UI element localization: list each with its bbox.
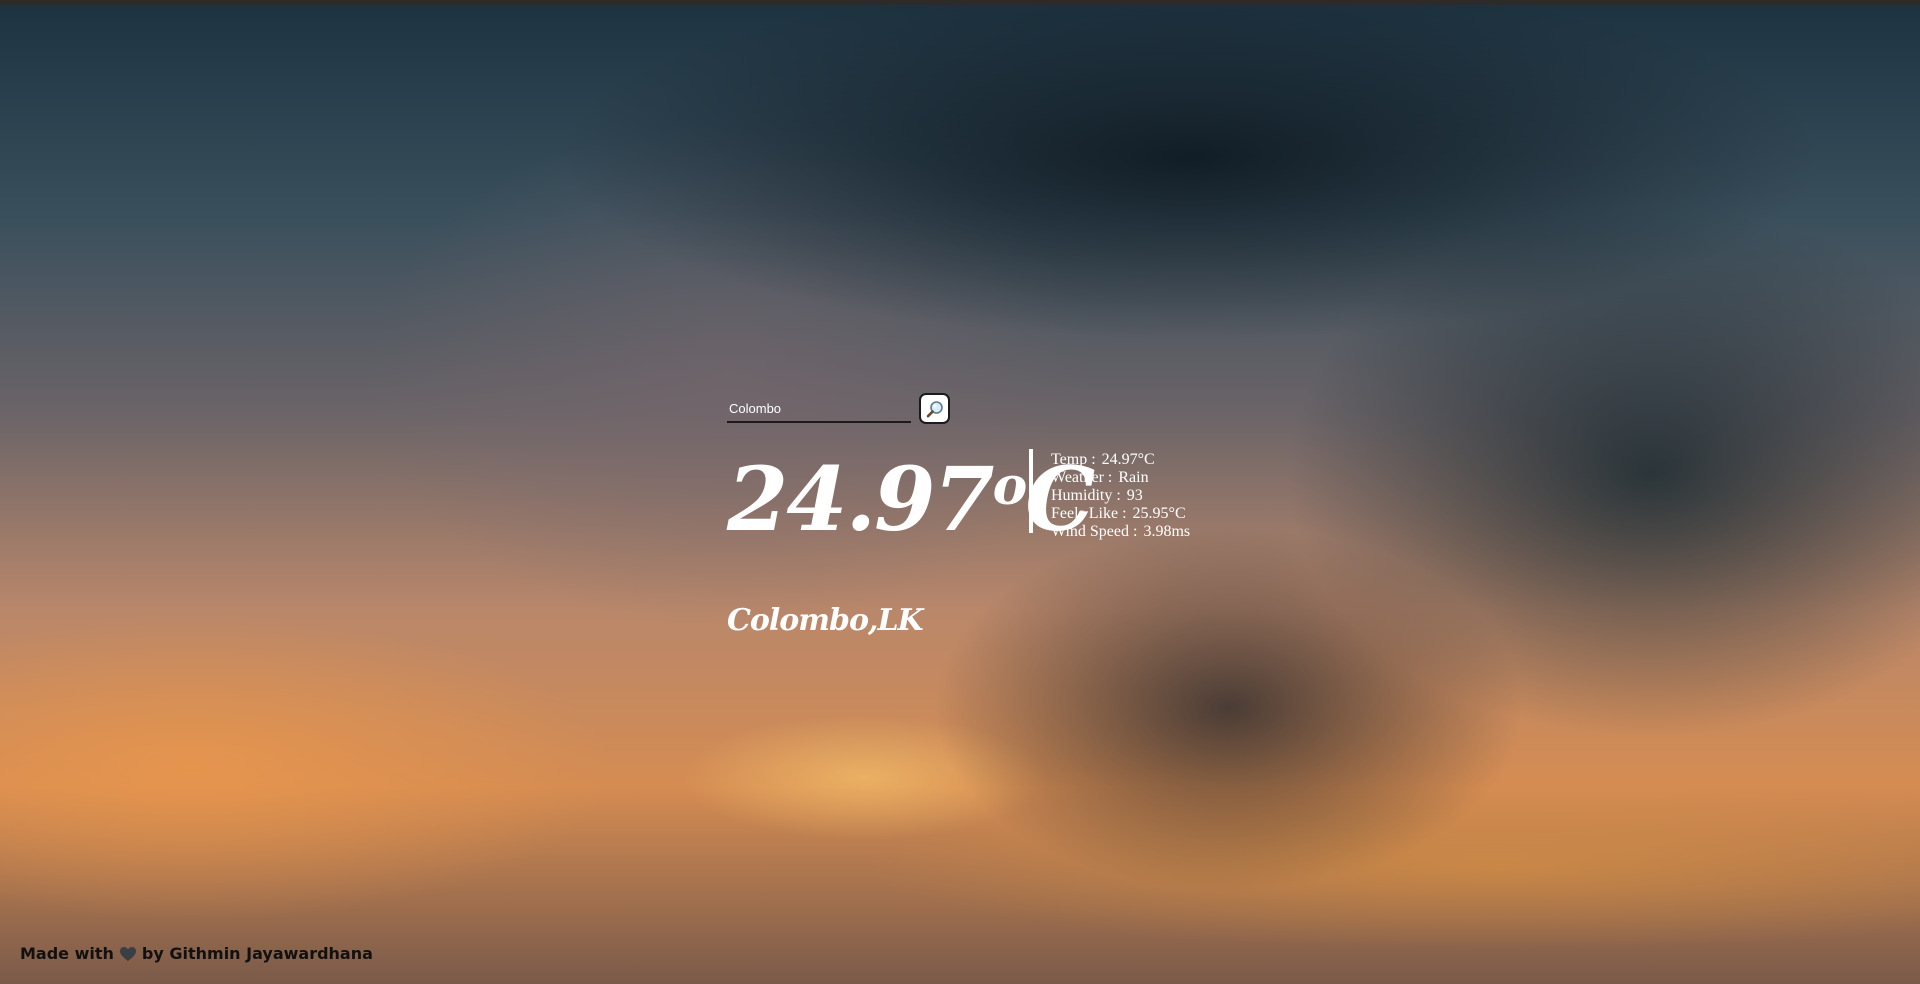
weather-details: Temp : 24.97°C Weather : Rain Humidity : 93… <box>1051 451 1190 541</box>
weather-panel: 24.97oC Temp : 24.97°C Weather : Rain Humi… <box>727 393 1247 638</box>
footer-author: by Githmin Jayawardhana <box>141 944 373 963</box>
footer-credit: Made with by Githmin Jayawardhana <box>20 944 373 963</box>
detail-label: Feels Like : <box>1051 505 1127 522</box>
detail-temp: Temp : 24.97°C <box>1051 451 1190 469</box>
search-bar <box>727 393 1247 427</box>
location-name: Colombo,LK <box>727 603 924 638</box>
vertical-divider <box>1029 449 1033 533</box>
current-weather: 24.97oC Temp : 24.97°C Weather : Rain Humi… <box>727 441 1247 638</box>
search-button[interactable] <box>919 393 950 424</box>
detail-label: Temp : <box>1051 451 1096 468</box>
browser-top-edge <box>0 0 1920 5</box>
search-icon <box>926 400 943 418</box>
detail-feels-like: Feels Like : 25.95°C <box>1051 505 1190 523</box>
city-search-input[interactable] <box>727 395 911 423</box>
detail-value: 93 <box>1126 487 1143 504</box>
temperature-display: 24.97oC <box>727 441 1095 545</box>
detail-value: 24.97°C <box>1101 451 1155 468</box>
detail-wind-speed: Wind Speed : 3.98ms <box>1051 523 1190 541</box>
detail-label: Wind Speed : <box>1051 523 1138 540</box>
detail-value: 25.95°C <box>1132 505 1186 522</box>
detail-value: Rain <box>1118 469 1149 486</box>
temperature-value: 24.97 <box>727 447 995 551</box>
detail-label: Weather : <box>1051 469 1113 486</box>
degree-sign: o <box>992 456 1028 517</box>
footer-prefix: Made with <box>20 944 114 963</box>
detail-label: Humidity : <box>1051 487 1121 504</box>
heart-icon <box>119 946 137 962</box>
detail-weather: Weather : Rain <box>1051 469 1190 487</box>
detail-humidity: Humidity : 93 <box>1051 487 1190 505</box>
detail-value: 3.98ms <box>1143 523 1191 540</box>
